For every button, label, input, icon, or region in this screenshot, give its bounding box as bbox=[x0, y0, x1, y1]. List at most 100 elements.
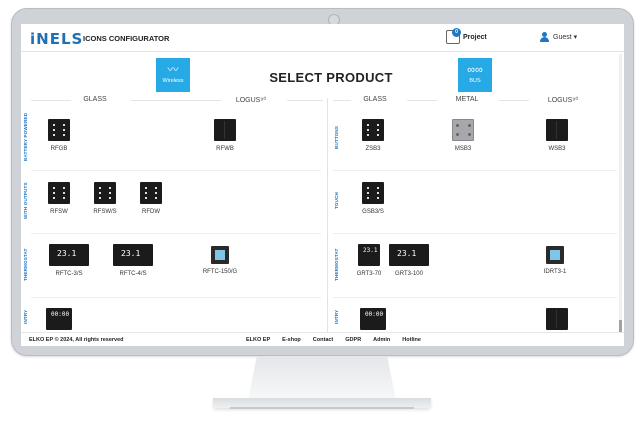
footer-link-contact[interactable]: Contact bbox=[313, 337, 333, 343]
product-grt3-100[interactable]: 23.1 GRT3-100 bbox=[387, 244, 431, 277]
thermostat-display-icon: 23.1 bbox=[113, 244, 153, 266]
wireless-bus-divider bbox=[327, 98, 328, 336]
project-label: Project bbox=[463, 33, 487, 41]
user-icon bbox=[540, 32, 549, 42]
product-name: RFWB bbox=[216, 146, 234, 152]
footer-link-admin[interactable]: Admin bbox=[373, 337, 390, 343]
switch-glass-icon bbox=[94, 182, 116, 204]
product-name: RFTC-3/S bbox=[55, 271, 83, 277]
product-intry-bus[interactable]: 00:00 bbox=[351, 308, 395, 330]
footer-link-gdpr[interactable]: GDPR bbox=[345, 337, 361, 343]
footer-link-hotline[interactable]: Hotline bbox=[402, 337, 421, 343]
footer: ELKO EP © 2024, All rights reserved ELKO… bbox=[21, 332, 624, 346]
switch-logus-icon bbox=[546, 119, 568, 141]
thermostat-readout: 23.1 bbox=[57, 249, 77, 258]
product-zsb3[interactable]: ZSB3 bbox=[351, 119, 395, 152]
project-icon: 0 bbox=[446, 28, 461, 44]
section-label-buttons: BUTTONS bbox=[334, 125, 339, 149]
product-rftc-4s[interactable]: 23.1 RFTC-4/S bbox=[111, 244, 155, 277]
product-rfdw[interactable]: RFDW bbox=[129, 182, 173, 215]
column-header-logus-right: LOGUS⁹⁰ bbox=[547, 97, 579, 104]
column-header-glass-right: GLASS bbox=[363, 96, 387, 103]
user-menu[interactable]: Guest ▾ bbox=[540, 32, 577, 42]
section-label-touch: TOUCH bbox=[334, 192, 339, 210]
row-separator bbox=[333, 233, 617, 234]
product-grt3-70[interactable]: 23.1 GRT3-70 bbox=[352, 244, 386, 277]
footer-link-elko-ep[interactable]: ELKO EP bbox=[246, 337, 270, 343]
top-bar: iNELS ICONS CONFIGURATOR 0 Project Guest… bbox=[21, 24, 624, 52]
product-gsb3s[interactable]: GSB3/S bbox=[351, 182, 395, 215]
app-title: ICONS CONFIGURATOR bbox=[83, 34, 170, 43]
column-header-metal: METAL bbox=[455, 96, 479, 103]
product-name: RFSW bbox=[50, 209, 68, 215]
product-name: RFSW/S bbox=[93, 209, 117, 215]
intry-readout: 00:00 bbox=[51, 311, 70, 318]
row-separator bbox=[31, 170, 321, 171]
app-screen: iNELS ICONS CONFIGURATOR 0 Project Guest… bbox=[21, 24, 624, 346]
thermostat-display-icon: 23.1 bbox=[358, 244, 380, 266]
product-rfgb[interactable]: RFGB bbox=[37, 119, 81, 152]
row-separator bbox=[31, 297, 321, 298]
switch-glass-icon bbox=[140, 182, 162, 204]
product-rftc-150g[interactable]: RFTC-150/G bbox=[191, 246, 249, 275]
inels-logo[interactable]: iNELS bbox=[30, 30, 83, 48]
section-label-thermostat-bus: THERMOSTAT bbox=[334, 248, 339, 282]
intry-display-icon: 00:00 bbox=[360, 308, 386, 330]
monitor-base-edge bbox=[230, 407, 414, 409]
product-rfsw[interactable]: RFSW bbox=[37, 182, 81, 215]
section-label-intry: INTRY bbox=[23, 309, 28, 325]
product-intry-logus[interactable] bbox=[535, 308, 579, 330]
wifi-icon: 〰 bbox=[167, 64, 179, 76]
page-title: SELECT PRODUCT bbox=[269, 70, 393, 85]
product-intry[interactable]: 00:00 bbox=[37, 308, 81, 330]
product-msb3[interactable]: MSB3 bbox=[441, 119, 485, 152]
wireless-category-button[interactable]: 〰 Wireless bbox=[156, 58, 190, 92]
product-rftc-3s[interactable]: 23.1 RFTC-3/S bbox=[47, 244, 91, 277]
row-separator bbox=[333, 170, 617, 171]
switch-glass-icon bbox=[362, 119, 384, 141]
switch-glass-icon bbox=[48, 182, 70, 204]
product-wsb3[interactable]: WSB3 bbox=[535, 119, 579, 152]
section-label-with-outputs: WITH OUTPUTS bbox=[23, 182, 28, 220]
thermostat-readout: 23.1 bbox=[121, 249, 141, 258]
product-name: RFTC-4/S bbox=[119, 271, 147, 277]
header-rule bbox=[407, 100, 437, 101]
switch-metal-icon bbox=[452, 119, 474, 141]
switch-glass-icon bbox=[48, 119, 70, 141]
product-rfsw-s[interactable]: RFSW/S bbox=[83, 182, 127, 215]
row-separator bbox=[333, 297, 617, 298]
column-header-glass-left: GLASS bbox=[83, 96, 107, 103]
product-name: ZSB3 bbox=[365, 146, 381, 152]
thermostat-readout: 23.1 bbox=[397, 249, 417, 258]
section-label-battery-powered: BATTERY POWERED bbox=[23, 112, 28, 162]
intry-display-icon: 00:00 bbox=[46, 308, 72, 330]
header-rule bbox=[131, 100, 221, 101]
footer-links: ELKO EP E-shop Contact GDPR Admin Hotlin… bbox=[246, 337, 421, 343]
vertical-scrollbar[interactable] bbox=[619, 54, 622, 332]
product-name: GRT3-70 bbox=[356, 271, 382, 277]
thermostat-display-icon: 23.1 bbox=[49, 244, 89, 266]
header-rule bbox=[499, 100, 529, 101]
product-name: RFDW bbox=[142, 209, 160, 215]
switch-logus-icon bbox=[546, 308, 568, 330]
footer-link-eshop[interactable]: E-shop bbox=[282, 337, 301, 343]
product-name: GRT3-100 bbox=[395, 271, 423, 277]
project-button[interactable]: 0 Project bbox=[446, 28, 487, 44]
thermostat-readout: 23.1 bbox=[363, 247, 378, 254]
product-name: MSB3 bbox=[454, 146, 472, 152]
copyright-text: ELKO EP © 2024, All rights reserved bbox=[29, 337, 124, 343]
header-rule bbox=[287, 100, 323, 101]
thermostat-display-icon: 23.1 bbox=[389, 244, 429, 266]
product-name: RFTC-150/G bbox=[202, 269, 238, 275]
product-rfwb[interactable]: RFWB bbox=[203, 119, 247, 152]
switch-glass-icon bbox=[362, 182, 384, 204]
section-label-intry-bus: INTRY bbox=[334, 309, 339, 325]
row-separator bbox=[31, 233, 321, 234]
intry-readout: 00:00 bbox=[365, 311, 384, 318]
thermostat-screen-icon bbox=[211, 246, 229, 264]
section-label-thermostat: THERMOSTAT bbox=[23, 248, 28, 282]
bus-category-button[interactable]: ∞∞ BUS bbox=[458, 58, 492, 92]
product-idrt3-1[interactable]: IDRT3-1 bbox=[533, 246, 577, 275]
product-name: GSB3/S bbox=[362, 209, 384, 215]
wireless-label: Wireless bbox=[162, 78, 184, 84]
